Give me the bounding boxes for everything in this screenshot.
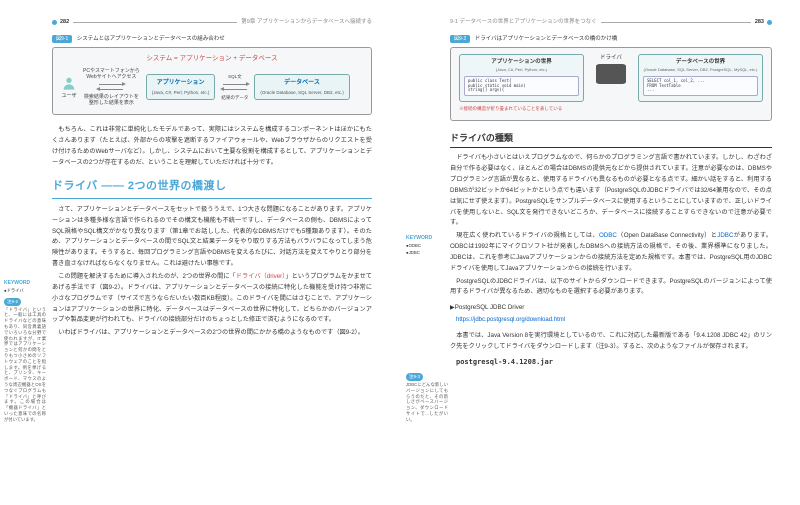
download-heading: ▶PostgreSQL JDBC Driver <box>450 303 772 313</box>
arrow-icon <box>99 84 123 85</box>
sidebar-right-kw: KEYWORD ●ODBC ●JDBC <box>406 235 448 256</box>
right-para2: 現在広く使われているドライバの規格としては、ODBC（Open DataBase… <box>450 231 772 274</box>
fig1-system: システム = アプリケーション + データベース <box>61 54 363 64</box>
page-header-left: 282 第9章 アプリケーションからデータベースへ接続する <box>52 18 372 27</box>
subheading: ドライバの種類 <box>450 131 772 148</box>
page-header-right: 9-1 データベースの世界とアプリケーションの世界をつなぐ 283 <box>450 18 772 27</box>
right-para3: PostgreSQLのJDBCドライバは、以下のサイトからダウンロードできます。… <box>450 277 772 299</box>
sql-sample: SELECT col_1, col_2, ... FROM TestTable … <box>643 76 758 96</box>
chapter-right: 9-1 データベースの世界とアプリケーションの世界をつなぐ <box>450 18 597 27</box>
app-world-box: アプリケーションの世界 (Java, C#, Perl, Python, etc… <box>459 54 584 102</box>
arrow-back-icon <box>99 89 123 90</box>
note-body: 「ドライバ」というと、一般には工具のドライバなどの意味もあり、同音異義語でいろい… <box>4 307 46 423</box>
fig2-diagram: アプリケーションの世界 (Java, C#, Perl, Python, etc… <box>450 47 772 121</box>
user-label: ユーザ <box>62 93 77 99</box>
sidebar-left: KEYWORD ●ドライバ 注9-2 「ドライバ」というと、一般には工具のドライ… <box>4 280 46 423</box>
page-num-left: 282 <box>60 18 69 27</box>
odbc-link[interactable]: ODBC <box>599 232 617 239</box>
section-heading: ドライバ —— 2つの世界の橋渡し <box>52 178 372 199</box>
keyword-item: ●ドライバ <box>4 288 46 294</box>
code-sample: public class Test{ public static void ma… <box>464 76 579 96</box>
chapter-left: 第9章 アプリケーションからデータベースへ接続する <box>241 18 372 27</box>
para1: もちろん、これは非常に単純化したモデルであって、実際にはシステムを構成するコンポ… <box>52 125 372 168</box>
fig1-label: 図9-1 <box>52 35 72 43</box>
user-icon <box>61 75 77 91</box>
keyword-item: ●JDBC <box>406 250 448 256</box>
fig2-footnote: ※接続の構造が折り畳まれていることを表している <box>459 105 763 112</box>
fig2-label: 図9-2 <box>450 35 470 43</box>
sql-label: SQL文 <box>228 73 242 80</box>
para3: この問題を解決するために導入されたのが、2つの世界の間に「ドライバ（driver… <box>52 272 372 326</box>
fig2-caption: 図9-2 ドライバはアプリケーションとデータベースの橋のかけ橋 <box>450 35 772 44</box>
app-box: アプリケーション (Java, C#, Perl, Python, etc.) <box>146 74 216 100</box>
download-url[interactable]: https://jdbc.postgresql.org/download.htm… <box>456 316 772 326</box>
keyword-item: ●ODBC <box>406 243 448 249</box>
sidebar-right-note: 注9-3 JDBCにどんな新しいバージョンにしてもらうのだと、その新しさがベース… <box>406 370 448 423</box>
arrow-back-icon <box>223 89 247 90</box>
note-heading: 注9-2 <box>4 298 21 306</box>
keyword-driver: ドライバ（driver） <box>236 273 286 280</box>
fig1-diagram: システム = アプリケーション + データベース ユーザ PCやスマートフォンか… <box>52 47 372 115</box>
result-label: 結果のデータ <box>221 94 248 101</box>
driver-icon <box>596 64 626 84</box>
page-num-right: 283 <box>755 18 764 27</box>
driver-col: ドライバ <box>590 54 632 85</box>
layout-label: 検索結果のレイアウトを 整形した結果を表示 <box>84 94 139 106</box>
arrow-icon <box>223 84 247 85</box>
db-world-box: データベースの世界 (Oracle Database, SQL Server, … <box>638 54 763 102</box>
note-body: JDBCにどんな新しいバージョンにしてもらうのだと、その新しさがベースバージョン… <box>406 382 448 423</box>
db-box: データベース (Oracle Database, SQL Server, DB2… <box>254 74 349 100</box>
jar-filename: postgresql-9.4.1208.jar <box>456 357 772 368</box>
keyword-heading: KEYWORD <box>4 280 46 287</box>
right-para1: ドライバも小さいとはいえプログラムなので、何らかのプログラミング言語で書かれてい… <box>450 153 772 229</box>
para2: さて、アプリケーションとデータベースをセットで扱ううえで、1つ大きな問題になるこ… <box>52 205 372 270</box>
fig2-title: ドライバはアプリケーションとデータベースの橋のかけ橋 <box>475 36 618 42</box>
fig1-caption: 図9-1 システムとはアプリケーションとデータベースの組み合わせ <box>52 35 372 44</box>
fig1-title: システムとはアプリケーションとデータベースの組み合わせ <box>77 36 225 42</box>
pc-label: PCやスマートフォンから Webサイトへアクセス <box>83 68 140 80</box>
right-para4: 本書では、Java Version 8を実行環境としているので、これに対応した最… <box>450 331 772 353</box>
jdbc-link[interactable]: JDBC <box>717 232 733 239</box>
keyword-heading: KEYWORD <box>406 235 448 242</box>
para4: いわばドライバは、アプリケーションとデータベースの2つの世界の間にかかる橋のよう… <box>52 328 372 339</box>
note-heading: 注9-3 <box>406 373 423 381</box>
